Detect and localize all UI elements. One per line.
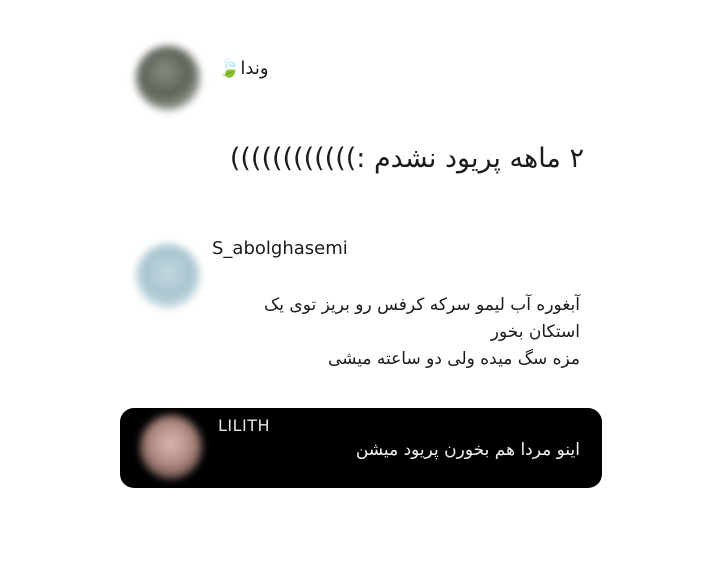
username[interactable]: S_abolghasemi	[212, 238, 348, 259]
avatar[interactable]	[136, 46, 200, 110]
avatar[interactable]	[140, 415, 202, 479]
comment-text: آبغوره آب لیمو سرکه کرفس رو بریز توی یک …	[264, 292, 580, 373]
leaf-icon: 🍃	[218, 58, 241, 79]
comment-text: ۲ ماهه پریود نشدم :))))))))))))	[229, 143, 584, 174]
comment-line: آبغوره آب لیمو سرکه کرفس رو بریز توی یک	[264, 295, 580, 315]
username[interactable]: وندا🍃	[216, 58, 269, 79]
comment-line: استکان بخور	[490, 322, 580, 342]
comment-text: اینو مردا هم بخورن پریود میشن	[355, 440, 580, 460]
comment-line: مزه سگ میده ولی دو ساعته میشی	[327, 349, 580, 369]
screenshot-page: وندا🍃 ۲ ماهه پریود نشدم :)))))))))))) S_…	[0, 0, 720, 581]
username[interactable]: LILITH	[218, 416, 270, 435]
avatar[interactable]	[136, 244, 200, 308]
username-label: وندا	[240, 58, 269, 79]
